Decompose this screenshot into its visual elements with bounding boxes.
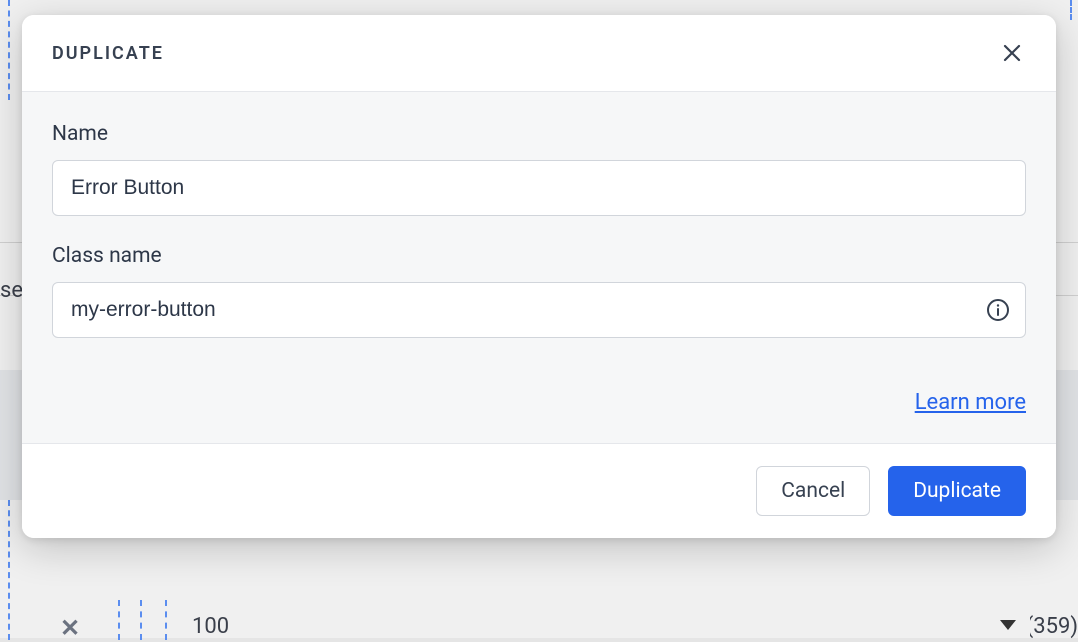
class-name-input-wrapper [52,282,1026,338]
bg-guide-line [165,600,167,640]
class-name-field-group: Class name [52,244,1026,338]
name-field-group: Name [52,122,1026,216]
cancel-button[interactable]: Cancel [756,466,870,516]
bg-guide-line [140,600,142,640]
class-name-label: Class name [52,244,1026,268]
duplicate-modal: DUPLICATE Name Class name [22,15,1056,538]
name-label: Name [52,122,1026,146]
info-icon[interactable] [986,298,1010,322]
bg-bottom-value: 100 [192,614,229,639]
class-name-input[interactable] [52,282,1026,338]
bg-guide-line [8,0,10,100]
close-icon [1000,41,1024,65]
modal-header: DUPLICATE [22,15,1056,92]
caret-down-icon-background [1000,620,1016,630]
learn-more-link[interactable]: Learn more [915,390,1026,415]
close-button[interactable] [996,37,1028,69]
bg-text-fragment: se [0,278,23,303]
modal-footer: Cancel Duplicate [22,443,1056,538]
modal-title: DUPLICATE [52,43,164,64]
bg-guide-line [118,600,120,640]
modal-body: Name Class name Learn more [22,92,1056,443]
bg-guide-line [1070,0,1072,20]
duplicate-button[interactable]: Duplicate [888,466,1026,516]
bg-phone-fragment: (359) 884-12-3 [1030,614,1078,639]
name-input[interactable] [52,160,1026,216]
bg-guide-line [8,500,10,640]
learn-more-row: Learn more [52,390,1026,415]
